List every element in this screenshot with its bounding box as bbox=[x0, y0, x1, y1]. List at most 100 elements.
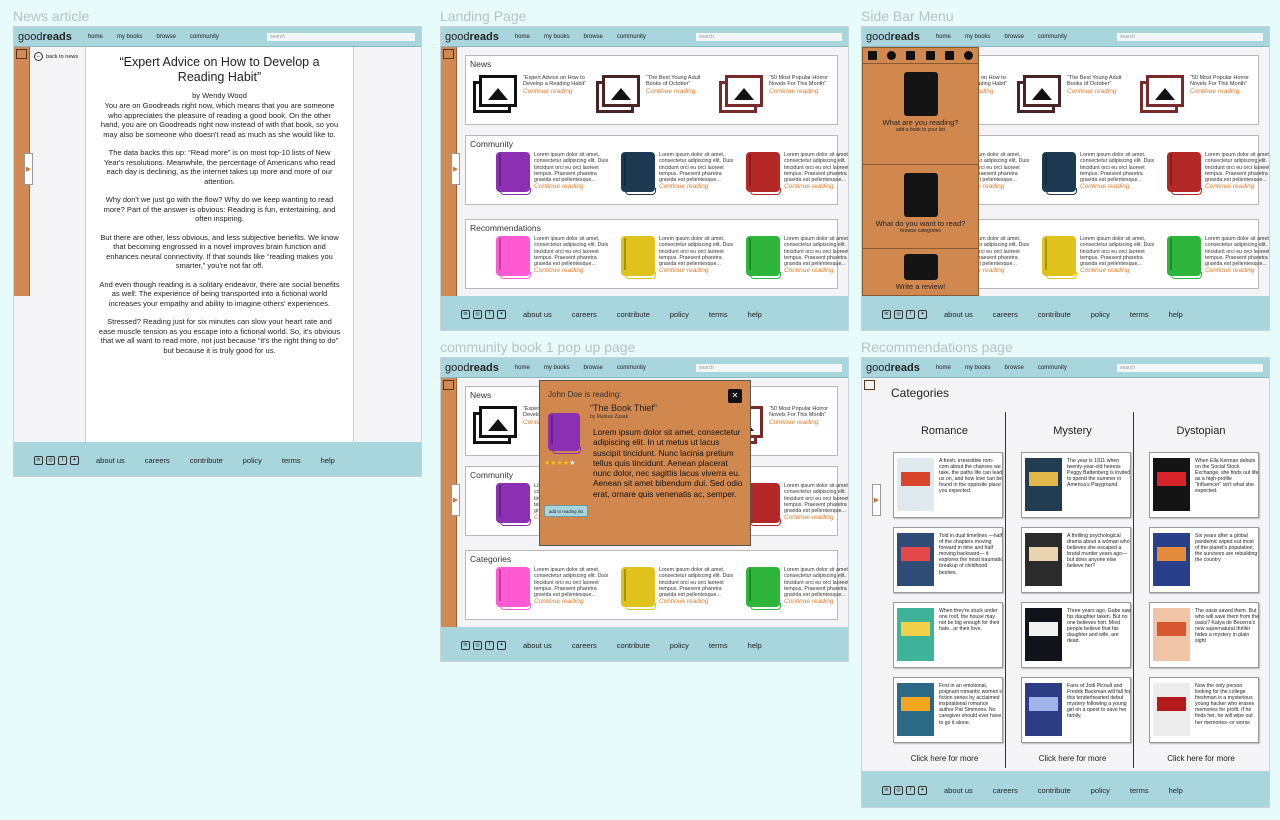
continue-reading-link[interactable]: Continue reading bbox=[534, 184, 614, 191]
user-icon[interactable] bbox=[963, 51, 973, 60]
book-item[interactable]: Lorem ipsum dolor sit amet, consectetur … bbox=[621, 567, 739, 610]
f-icon[interactable]: f bbox=[906, 785, 915, 795]
click-here-for-more-link[interactable]: Click here for more bbox=[1012, 754, 1133, 763]
book-recommendation-card[interactable]: Fans of Jodi Picoult and Fredrik Backman… bbox=[1021, 677, 1131, 743]
book-recommendation-card[interactable]: Told in dual timelines —half of the chap… bbox=[893, 527, 1003, 593]
footer-link-careers[interactable]: careers bbox=[145, 456, 170, 465]
book-item[interactable]: Lorem ipsum dolor sit amet, consectetur … bbox=[746, 567, 848, 610]
what-are-you-reading-section[interactable]: What are you reading? add a book to your … bbox=[863, 66, 978, 165]
continue-reading-link[interactable]: Continue reading bbox=[1080, 268, 1160, 275]
click-here-for-more-link[interactable]: Click here for more bbox=[1140, 754, 1262, 763]
continue-reading-link[interactable]: Continue reading bbox=[769, 419, 835, 426]
book-item[interactable]: Lorem ipsum dolor sit amet, consectetur … bbox=[1167, 236, 1269, 279]
book-item[interactable]: Lorem ipsum dolor sit amet, consectetur … bbox=[1167, 152, 1269, 195]
footer-link-terms[interactable]: terms bbox=[709, 641, 728, 650]
book-item[interactable]: Lorem ipsum dolor sit amet, consectetur … bbox=[1042, 236, 1160, 279]
rocket-icon[interactable] bbox=[887, 51, 897, 60]
book-item[interactable]: Lorem ipsum dolor sit amet, consectetur … bbox=[621, 236, 739, 279]
continue-reading-link[interactable]: Continue reading bbox=[659, 268, 739, 275]
search-input[interactable]: search bbox=[1117, 33, 1263, 41]
search-input[interactable]: search bbox=[696, 33, 842, 41]
nav-link-my-books[interactable]: my books bbox=[965, 365, 991, 371]
back-to-news-link[interactable]: ← back to news bbox=[34, 52, 78, 61]
nav-link-community[interactable]: community bbox=[1038, 365, 1067, 371]
book-recommendation-card[interactable]: First in an emotional, poignant romantic… bbox=[893, 677, 1003, 743]
nav-link-community[interactable]: community bbox=[190, 34, 219, 40]
ig-icon[interactable]: ◎ bbox=[46, 455, 55, 465]
footer-link-policy[interactable]: policy bbox=[670, 310, 689, 319]
footer-link-about-us[interactable]: about us bbox=[944, 310, 973, 319]
continue-reading-link[interactable]: Continue reading bbox=[1067, 88, 1133, 95]
nav-link-community[interactable]: community bbox=[617, 365, 646, 371]
continue-reading-link[interactable]: Continue reading bbox=[1205, 268, 1269, 275]
nav-link-home[interactable]: home bbox=[936, 365, 951, 371]
tw-icon[interactable]: ✦ bbox=[918, 785, 927, 795]
book-recommendation-card[interactable]: The oasis saved them. But who will save … bbox=[1149, 602, 1259, 668]
book-recommendation-card[interactable]: Three years ago, Gabe saw his daughter t… bbox=[1021, 602, 1131, 668]
nav-link-home[interactable]: home bbox=[936, 34, 951, 40]
continue-reading-link[interactable]: Continue reading bbox=[646, 88, 712, 95]
continue-reading-link[interactable]: Continue reading bbox=[784, 268, 848, 275]
continue-reading-link[interactable]: Continue reading bbox=[1190, 88, 1256, 95]
footer-link-help[interactable]: help bbox=[1169, 310, 1183, 319]
footer-link-contribute[interactable]: contribute bbox=[617, 641, 650, 650]
rating-stars[interactable]: ★★★★★ bbox=[544, 459, 575, 467]
footer-link-contribute[interactable]: contribute bbox=[1038, 310, 1071, 319]
book-recommendation-card[interactable]: When Ella Kerman debuts on the Social St… bbox=[1149, 452, 1259, 518]
in-icon[interactable]: in bbox=[461, 309, 470, 319]
nav-link-my-books[interactable]: my books bbox=[544, 34, 570, 40]
f-icon[interactable]: f bbox=[485, 309, 494, 319]
footer-link-about-us[interactable]: about us bbox=[944, 786, 973, 795]
ig-icon[interactable]: ◎ bbox=[894, 785, 903, 795]
sidebar-toggle-button[interactable]: ▶ bbox=[872, 484, 881, 516]
nav-link-my-books[interactable]: my books bbox=[544, 365, 570, 371]
footer-link-help[interactable]: help bbox=[1169, 786, 1183, 795]
book-open-icon[interactable] bbox=[868, 51, 878, 60]
f-icon[interactable]: f bbox=[485, 640, 494, 650]
logo[interactable]: goodreads bbox=[866, 362, 920, 374]
sidebar-toggle-button[interactable]: ▶ bbox=[451, 484, 460, 516]
book-item[interactable]: Lorem ipsum dolor sit amet, consectetur … bbox=[746, 483, 848, 526]
book-recommendation-card[interactable]: Now the only person looking for the coll… bbox=[1149, 677, 1259, 743]
footer-link-terms[interactable]: terms bbox=[709, 310, 728, 319]
book-item[interactable]: Lorem ipsum dolor sit amet, consectetur … bbox=[621, 152, 739, 195]
footer-link-contribute[interactable]: contribute bbox=[617, 310, 650, 319]
footer-link-policy[interactable]: policy bbox=[243, 456, 262, 465]
tw-icon[interactable]: ✦ bbox=[497, 640, 506, 650]
sidebar-toggle-button[interactable]: ▶ bbox=[451, 153, 460, 185]
continue-reading-link[interactable]: Continue reading bbox=[534, 268, 614, 275]
book-item[interactable]: Lorem ipsum dolor sit amet, consectetur … bbox=[746, 236, 848, 279]
nav-link-my-books[interactable]: my books bbox=[117, 34, 143, 40]
write-a-review-section[interactable]: Write a review! bbox=[863, 251, 978, 295]
continue-reading-link[interactable]: Continue reading bbox=[784, 515, 848, 522]
continue-reading-link[interactable]: Continue reading bbox=[1205, 184, 1269, 191]
footer-link-policy[interactable]: policy bbox=[1091, 786, 1110, 795]
footer-link-contribute[interactable]: contribute bbox=[1038, 786, 1071, 795]
nav-link-home[interactable]: home bbox=[88, 34, 103, 40]
footer-link-contribute[interactable]: contribute bbox=[190, 456, 223, 465]
book-item[interactable]: Lorem ipsum dolor sit amet, consectetur … bbox=[496, 236, 614, 279]
ig-icon[interactable]: ◎ bbox=[473, 640, 482, 650]
book-item[interactable]: Lorem ipsum dolor sit amet, consectetur … bbox=[746, 152, 848, 195]
continue-reading-link[interactable]: Continue reading bbox=[659, 599, 739, 606]
search-input[interactable]: search bbox=[267, 33, 415, 41]
f-icon[interactable]: f bbox=[58, 455, 67, 465]
continue-reading-link[interactable]: Continue reading bbox=[534, 599, 614, 606]
continue-reading-link[interactable]: Continue reading bbox=[1080, 184, 1160, 191]
f-icon[interactable]: f bbox=[906, 309, 915, 319]
nav-link-home[interactable]: home bbox=[515, 34, 530, 40]
logo[interactable]: goodreads bbox=[445, 31, 499, 43]
footer-link-careers[interactable]: careers bbox=[993, 786, 1018, 795]
book-recommendation-card[interactable]: The year is 1911 when twenty-year-old he… bbox=[1021, 452, 1131, 518]
footer-link-careers[interactable]: careers bbox=[572, 641, 597, 650]
book-recommendation-card[interactable]: When they're stuck under one roof, the h… bbox=[893, 602, 1003, 668]
search-input[interactable]: search bbox=[696, 364, 842, 372]
star-icon[interactable]: ★ bbox=[569, 460, 575, 467]
logo[interactable]: goodreads bbox=[866, 31, 920, 43]
in-icon[interactable]: in bbox=[882, 309, 891, 319]
tw-icon[interactable]: ✦ bbox=[497, 309, 506, 319]
footer-link-terms[interactable]: terms bbox=[1130, 786, 1149, 795]
add-to-reading-list-button[interactable]: add to reading list bbox=[544, 505, 588, 517]
ig-icon[interactable]: ◎ bbox=[473, 309, 482, 319]
footer-link-help[interactable]: help bbox=[321, 456, 335, 465]
